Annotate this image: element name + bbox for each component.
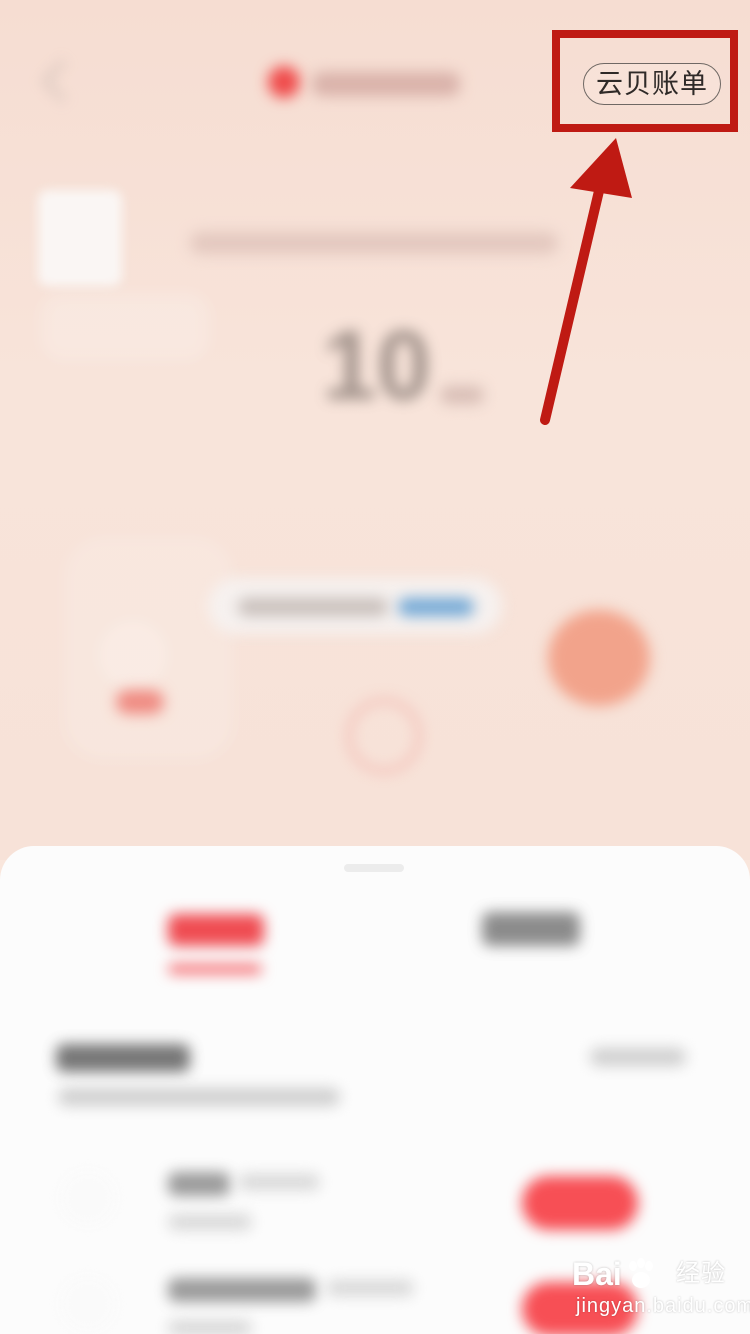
list-item-tag-bar (238, 1174, 320, 1190)
tab-active[interactable] (168, 914, 264, 946)
header-title-bar (312, 72, 460, 96)
center-chip-link-bar (398, 598, 474, 616)
section-link[interactable] (590, 1048, 686, 1066)
paw-icon (629, 1258, 653, 1288)
watermark-product: 经验 (676, 1260, 726, 1287)
list-item-title-bar (168, 1172, 230, 1196)
back-arrow-icon[interactable] (41, 59, 85, 103)
unit-label-bar (440, 386, 484, 404)
tab-inactive[interactable] (482, 912, 580, 946)
app-logo-icon (268, 66, 300, 98)
section-subtitle (58, 1088, 340, 1106)
sheet-handle[interactable] (344, 864, 404, 872)
watermark-domain: jingyan.baidu.com (576, 1295, 750, 1317)
circle-icon (346, 698, 422, 774)
avatar-shadow (40, 292, 210, 362)
list-item-tag-bar (326, 1280, 414, 1296)
watermark: Bai 经验 jingyan.baidu.com (566, 1252, 750, 1330)
list-item-subtitle-bar (168, 1320, 252, 1334)
left-decoration-dot (98, 620, 168, 690)
profile-avatar (38, 190, 122, 286)
balance-number: 10 (322, 310, 432, 420)
list-item-action-button[interactable] (522, 1176, 638, 1230)
list-item-title-bar (168, 1278, 316, 1302)
tab-underline (168, 964, 262, 974)
list-item-icon (60, 1170, 116, 1226)
center-chip-text-bar (238, 598, 388, 616)
list-item-icon (60, 1276, 116, 1332)
highlight-box (552, 30, 738, 132)
list-item[interactable] (0, 1152, 750, 1252)
headline-text-bar (190, 232, 558, 254)
section-title (56, 1044, 190, 1072)
left-decoration-badge (116, 690, 164, 714)
orange-ball-icon[interactable] (548, 610, 650, 706)
watermark-brand: Bai (572, 1256, 622, 1292)
list-item-subtitle-bar (168, 1214, 252, 1230)
